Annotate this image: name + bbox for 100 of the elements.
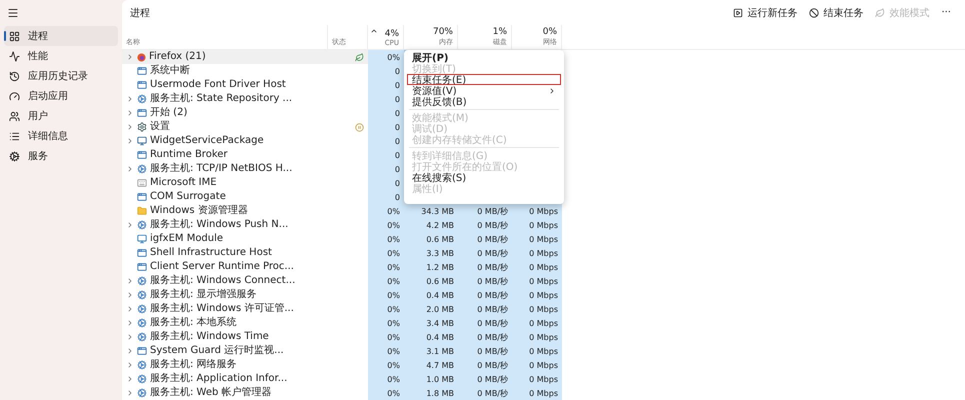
process-name-cell[interactable]: Windows 资源管理器 — [122, 204, 328, 218]
toolbar-button[interactable]: 结束任务 — [803, 4, 870, 22]
process-name: COM Surrogate — [150, 190, 226, 204]
disk-cell: 0 MB/秒 — [458, 316, 512, 330]
process-name-cell[interactable]: 服务主机: Application Infor... — [122, 372, 328, 386]
page-title: 进程 — [130, 6, 151, 20]
process-name-cell[interactable]: 服务主机: Windows Push N... — [122, 218, 328, 232]
nav-item[interactable]: 性能 — [4, 46, 118, 66]
usage-percent: 0% — [542, 27, 557, 37]
browser-icon — [137, 52, 146, 62]
process-name-cell[interactable]: igfxEM Module — [122, 232, 328, 246]
process-name: Shell Infrastructure Host — [150, 246, 272, 260]
run-icon — [733, 8, 744, 18]
block-icon — [809, 8, 820, 18]
window-icon — [137, 248, 147, 258]
toolbar-button[interactable]: 运行新任务 — [727, 4, 804, 22]
process-name-cell[interactable]: 服务主机: State Repository ... — [122, 92, 328, 106]
cpu-cell: 0% — [368, 358, 404, 372]
disk-cell: 0 MB/秒 — [458, 288, 512, 302]
cpu-cell: 0% — [368, 288, 404, 302]
nav-item[interactable]: 应用历史记录 — [4, 66, 118, 86]
menu-item[interactable]: 资源值(V) — [407, 85, 561, 96]
chevron-icon[interactable] — [126, 53, 134, 61]
process-name-cell[interactable]: 服务主机: TCP/IP NetBIOS H... — [122, 162, 328, 176]
memory-cell: 2.0 MB — [404, 302, 458, 316]
cpu-cell: 0% — [368, 260, 404, 274]
process-name-cell[interactable]: 服务主机: 网络服务 — [122, 358, 328, 372]
process-name: 设置 — [150, 120, 170, 134]
network-cell: 0 Mbps — [512, 386, 562, 400]
process-name-cell[interactable]: 设置 — [122, 120, 328, 134]
disk-cell: 0 MB/秒 — [458, 232, 512, 246]
chevron-icon[interactable] — [126, 221, 134, 229]
process-name: System Guard 运行时监视... — [150, 344, 284, 358]
process-name: Usermode Font Driver Host — [150, 78, 286, 92]
window-icon — [137, 262, 147, 272]
gear-icon — [137, 220, 147, 230]
network-cell: 0 Mbps — [512, 288, 562, 302]
nav-item[interactable]: 服务 — [4, 146, 118, 166]
process-name-cell[interactable]: WidgetServicePackage — [122, 134, 328, 148]
process-name-cell[interactable]: Microsoft IME — [122, 176, 328, 190]
network-cell: 0 Mbps — [512, 344, 562, 358]
usage-percent: 70% — [432, 27, 453, 37]
list-icon — [9, 130, 20, 142]
process-name-cell[interactable]: COM Surrogate — [122, 190, 328, 204]
process-name-cell[interactable]: Runtime Broker — [122, 148, 328, 162]
menu-item[interactable]: 提供反馈(B) — [407, 96, 561, 107]
process-name-cell[interactable]: Shell Infrastructure Host — [122, 246, 328, 260]
window-icon — [137, 80, 147, 90]
process-name: 服务主机: Windows 许可证管... — [150, 302, 294, 316]
cpu-cell: 0 — [368, 92, 404, 106]
cpu-cell: 0% — [368, 302, 404, 316]
keyboard-icon — [137, 178, 147, 188]
process-name-cell[interactable]: 开始 (2) — [122, 106, 328, 120]
cpu-cell: 0% — [368, 344, 404, 358]
process-name-cell[interactable]: Client Server Runtime Proc... — [122, 260, 328, 274]
toolbar-button[interactable]: ··· — [935, 5, 957, 20]
process-name-cell[interactable]: Usermode Font Driver Host — [122, 78, 328, 92]
window-icon — [137, 150, 147, 160]
process-name-cell[interactable]: 服务主机: Windows Connect... — [122, 274, 328, 288]
network-cell: 0 Mbps — [512, 330, 562, 344]
nav-item[interactable]: 启动应用 — [4, 86, 118, 106]
process-name-cell[interactable]: 系统中断 — [122, 64, 328, 78]
menu-item[interactable]: 结束任务(E) — [407, 74, 561, 85]
disk-cell: 0 MB/秒 — [458, 386, 512, 400]
disk-cell: 0 MB/秒 — [458, 358, 512, 372]
process-name-cell[interactable]: 服务主机: 本地系统 — [122, 316, 328, 330]
cpu-cell: 0 — [368, 162, 404, 176]
process-name-cell[interactable]: 服务主机: Web 帐户管理器 — [122, 386, 328, 400]
leaf-icon — [355, 52, 364, 62]
usage-percent: 4% — [384, 29, 399, 39]
cpu-cell: 0% — [368, 386, 404, 400]
window-icon — [137, 108, 147, 118]
memory-cell: 0.6 MB — [404, 274, 458, 288]
process-name-cell[interactable]: System Guard 运行时监视... — [122, 344, 328, 358]
nav-item[interactable]: 详细信息 — [4, 126, 118, 146]
window-icon — [137, 66, 147, 76]
process-name-cell[interactable]: Firefox (21) — [122, 50, 328, 64]
menu-item[interactable]: 展开(P) — [407, 52, 561, 63]
process-name-cell[interactable]: 服务主机: Windows 许可证管... — [122, 302, 328, 316]
cpu-cell: 0 — [368, 120, 404, 134]
cpu-cell: 0 — [368, 176, 404, 190]
disk-cell: 0 MB/秒 — [458, 372, 512, 386]
cpu-cell: 0% — [368, 232, 404, 246]
chevron-icon[interactable] — [126, 165, 134, 173]
disk-cell: 0 MB/秒 — [458, 302, 512, 316]
memory-cell: 3.1 MB — [404, 344, 458, 358]
process-name: 服务主机: Windows Time — [150, 330, 269, 344]
nav-item[interactable]: 用户 — [4, 106, 118, 126]
gear-icon — [137, 374, 147, 384]
memory-cell: 1.2 MB — [404, 260, 458, 274]
network-cell: 0 Mbps — [512, 260, 562, 274]
menu-item[interactable]: 在线搜索(S) — [407, 172, 561, 183]
network-cell: 0 Mbps — [512, 204, 562, 218]
grid-icon — [9, 30, 20, 42]
memory-cell: 3.4 MB — [404, 316, 458, 330]
process-name-cell[interactable]: 服务主机: Windows Time — [122, 330, 328, 344]
gear-icon — [9, 150, 20, 162]
process-name-cell[interactable]: 服务主机: 显示增强服务 — [122, 288, 328, 302]
nav-item[interactable]: 进程 — [4, 26, 118, 46]
memory-cell: 1.8 MB — [404, 386, 458, 400]
